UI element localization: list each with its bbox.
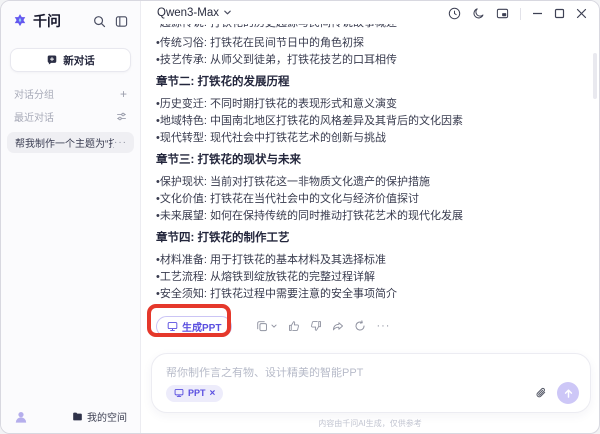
new-chat-label: 新对话 bbox=[63, 53, 95, 68]
new-chat-icon bbox=[46, 54, 58, 66]
history-icon[interactable] bbox=[448, 7, 461, 20]
chevron-down-icon bbox=[223, 8, 232, 17]
bullet-line: •技艺传承: 从师父到徒弟，打铁花技艺的口耳相传 bbox=[156, 52, 593, 69]
qwen-logo-icon bbox=[12, 13, 28, 29]
bullet-line: •材料准备: 用于打铁花的基本材料及其选择标准 bbox=[156, 252, 593, 269]
bullet-line: •现代转型: 现代社会中打铁花艺术的创新与挑战 bbox=[156, 130, 593, 147]
filter-icon[interactable] bbox=[116, 111, 127, 122]
bullet-line: •工艺流程: 从熔铁到绽放铁花的完整过程详解 bbox=[156, 269, 593, 286]
ppt-monitor-icon bbox=[167, 321, 178, 332]
recent-chats-row[interactable]: 最近对话 bbox=[1, 109, 140, 124]
remove-tag-icon[interactable]: × bbox=[210, 388, 216, 399]
section-heading: 章节四: 打铁花的制作工艺 bbox=[156, 230, 593, 247]
conversation-groups-row[interactable]: 对话分组 + bbox=[1, 86, 140, 101]
recent-label: 最近对话 bbox=[14, 109, 54, 124]
new-chat-button[interactable]: 新对话 bbox=[10, 48, 131, 72]
message-input[interactable] bbox=[166, 367, 576, 379]
sidebar-footer: 我的空间 bbox=[1, 400, 140, 433]
clipped-scrolled-line: •起源传说: 打铁花的历史起源与民间传说故事概述 bbox=[156, 24, 593, 35]
chat-content: •起源传说: 打铁花的历史起源与民间传说故事概述 •传统习俗: 打铁花在民间节日… bbox=[141, 24, 593, 349]
scrollbar-thumb[interactable] bbox=[593, 53, 597, 99]
dark-mode-moon-icon[interactable] bbox=[472, 7, 485, 20]
logo-row: 千问 bbox=[1, 1, 140, 35]
ppt-tag-label: PPT bbox=[188, 388, 206, 398]
section-heading: 章节二: 打铁花的发展历程 bbox=[156, 74, 593, 91]
composer[interactable]: PPT × bbox=[151, 353, 591, 413]
my-space-button[interactable]: 我的空间 bbox=[72, 409, 127, 424]
generate-ppt-label: 生成PPT bbox=[182, 319, 221, 334]
mini-window-icon[interactable] bbox=[496, 7, 509, 20]
folder-icon bbox=[72, 411, 83, 422]
groups-label: 对话分组 bbox=[14, 86, 54, 101]
message-actions-row: 生成PPT ··· bbox=[156, 315, 593, 337]
thumbs-down-icon[interactable] bbox=[310, 320, 322, 332]
bullet-line: •地域特色: 中国南北地区打铁花的风格差异及其背后的文化因素 bbox=[156, 113, 593, 130]
ai-disclaimer: 内容由千问AI生成，仅供参考 bbox=[141, 418, 599, 429]
ppt-monitor-icon bbox=[174, 388, 184, 398]
generate-ppt-button[interactable]: 生成PPT bbox=[156, 316, 232, 337]
my-space-label: 我的空间 bbox=[87, 409, 127, 424]
conversation-more-icon[interactable]: ··· bbox=[114, 137, 127, 148]
add-group-icon[interactable]: + bbox=[120, 87, 127, 101]
composer-toolbar: PPT × bbox=[166, 382, 579, 404]
app-title: 千问 bbox=[33, 11, 61, 31]
bullet-line: •传统习俗: 打铁花在民间节日中的角色初探 bbox=[156, 35, 593, 52]
app-window: 千问 新对话 对话分组 + 最近对话 bbox=[0, 0, 600, 434]
attachment-paperclip-icon[interactable] bbox=[535, 387, 547, 399]
minimize-icon[interactable] bbox=[532, 8, 543, 19]
section-heading: 章节三: 打铁花的现状与未来 bbox=[156, 152, 593, 169]
titlebar: Qwen3-Max bbox=[141, 1, 599, 24]
bullet-line: •历史变迁: 不同时期打铁花的表现形式和意义演变 bbox=[156, 96, 593, 113]
bullet-line: •安全须知: 打铁花过程中需要注意的安全事项简介 bbox=[156, 286, 593, 303]
bullet-line: •保护现状: 当前对打铁花这一非物质文化遗产的保护措施 bbox=[156, 174, 593, 191]
send-button[interactable] bbox=[557, 382, 579, 404]
maximize-icon[interactable] bbox=[554, 8, 565, 19]
thumbs-up-icon[interactable] bbox=[288, 320, 300, 332]
model-label: Qwen3-Max bbox=[157, 7, 219, 19]
chevron-down-icon bbox=[270, 322, 278, 330]
sidebar: 千问 新对话 对话分组 + 最近对话 bbox=[1, 1, 141, 433]
regenerate-icon[interactable] bbox=[354, 320, 366, 332]
ppt-skill-tag[interactable]: PPT × bbox=[166, 385, 223, 402]
close-icon[interactable] bbox=[576, 8, 587, 19]
conversation-item[interactable]: 帮我制作一个主题为“打铁... ··· bbox=[7, 132, 134, 153]
more-actions-icon[interactable]: ··· bbox=[376, 320, 390, 332]
user-avatar[interactable] bbox=[14, 410, 28, 424]
search-icon[interactable] bbox=[93, 15, 106, 28]
bullet-line: •未来展望: 如何在保持传统的同时推动打铁花艺术的现代化发展 bbox=[156, 208, 593, 225]
copy-button[interactable] bbox=[256, 320, 278, 332]
titlebar-divider bbox=[520, 8, 521, 20]
collapse-sidebar-icon[interactable] bbox=[115, 15, 128, 28]
conversation-title: 帮我制作一个主题为“打铁... bbox=[15, 135, 114, 150]
model-selector[interactable]: Qwen3-Max bbox=[157, 7, 232, 19]
share-icon[interactable] bbox=[332, 320, 344, 332]
bullet-line: •文化价值: 打铁花在当代社会中的文化与经济价值探讨 bbox=[156, 191, 593, 208]
